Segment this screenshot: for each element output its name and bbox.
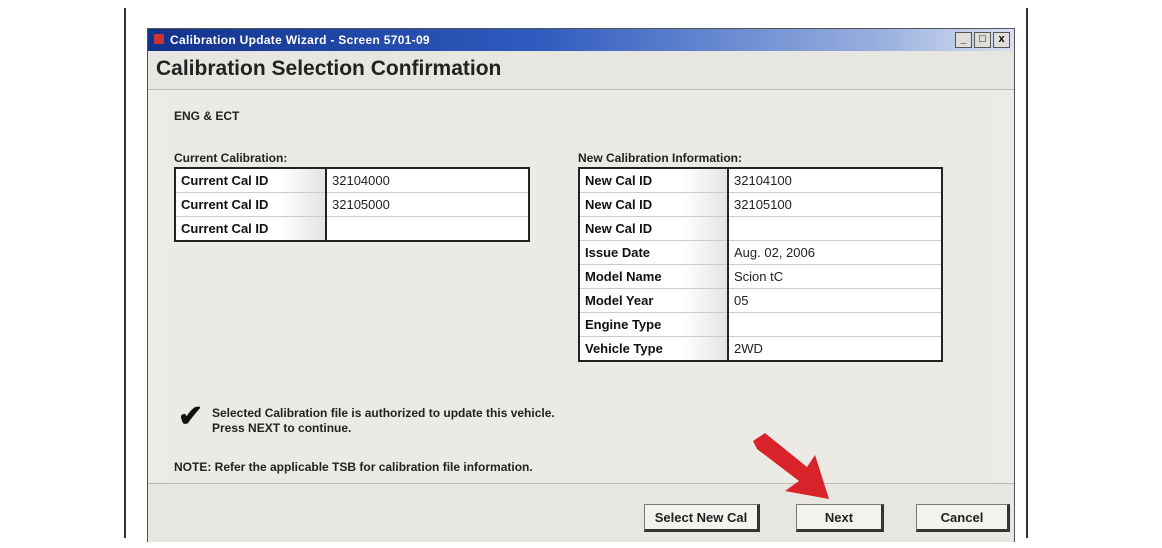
row-key: Vehicle Type <box>578 336 729 362</box>
table-row: New Cal ID 32105100 <box>578 192 943 217</box>
row-key: New Cal ID <box>578 167 729 193</box>
window-title: Calibration Update Wizard - Screen 5701-… <box>170 33 430 47</box>
row-value <box>325 216 530 242</box>
row-value: Aug. 02, 2006 <box>727 240 943 265</box>
row-key: Current Cal ID <box>174 192 327 217</box>
table-row: New Cal ID <box>578 216 943 241</box>
authorization-message: Selected Calibration file is authorized … <box>212 406 555 436</box>
row-value: 32104100 <box>727 167 943 193</box>
button-bar: Select New Cal Next Cancel <box>148 483 1014 542</box>
new-calibration-label: New Calibration Information: <box>578 151 743 165</box>
table-row: Vehicle Type 2WD <box>578 336 943 362</box>
table-row: Model Name Scion tC <box>578 264 943 289</box>
row-key: Model Year <box>578 288 729 313</box>
table-row: Current Cal ID 32104000 <box>174 167 530 193</box>
content-panel: ENG & ECT Current Calibration: Current C… <box>164 91 996 481</box>
page-header: Calibration Selection Confirmation <box>148 51 1014 90</box>
row-value: 32104000 <box>325 167 530 193</box>
page-title: Calibration Selection Confirmation <box>156 57 502 80</box>
row-key: Model Name <box>578 264 729 289</box>
row-key: Current Cal ID <box>174 167 327 193</box>
window-controls: _ □ x <box>955 32 1010 48</box>
row-key: New Cal ID <box>578 192 729 217</box>
checkmark-icon: ✔ <box>178 400 204 433</box>
row-value: 32105100 <box>727 192 943 217</box>
new-calibration-table: New Cal ID 32104100 New Cal ID 32105100 … <box>578 167 943 362</box>
current-calibration-table: Current Cal ID 32104000 Current Cal ID 3… <box>174 167 530 242</box>
row-key: Issue Date <box>578 240 729 265</box>
module-label: ENG & ECT <box>174 109 240 123</box>
table-row: Model Year 05 <box>578 288 943 313</box>
cancel-button[interactable]: Cancel <box>916 504 1010 532</box>
row-value: 05 <box>727 288 943 313</box>
minimize-button[interactable]: _ <box>955 32 972 48</box>
current-calibration-label: Current Calibration: <box>174 151 288 165</box>
row-key: New Cal ID <box>578 216 729 241</box>
wizard-window: Calibration Update Wizard - Screen 5701-… <box>147 28 1015 542</box>
table-row: Current Cal ID <box>174 216 530 242</box>
app-icon <box>154 34 164 44</box>
close-button[interactable]: x <box>993 32 1010 48</box>
row-value: Scion tC <box>727 264 943 289</box>
next-button[interactable]: Next <box>796 504 884 532</box>
row-key: Engine Type <box>578 312 729 337</box>
table-row: Issue Date Aug. 02, 2006 <box>578 240 943 265</box>
title-bar[interactable]: Calibration Update Wizard - Screen 5701-… <box>148 29 1014 51</box>
row-key: Current Cal ID <box>174 216 327 242</box>
row-value: 32105000 <box>325 192 530 217</box>
select-new-cal-button[interactable]: Select New Cal <box>644 504 760 532</box>
tsb-note: NOTE: Refer the applicable TSB for calib… <box>174 460 533 474</box>
authorization-line-1: Selected Calibration file is authorized … <box>212 406 555 420</box>
maximize-button[interactable]: □ <box>974 32 991 48</box>
red-pointer-arrow-icon <box>753 433 829 499</box>
authorization-line-2: Press NEXT to continue. <box>212 421 352 435</box>
table-row: Current Cal ID 32105000 <box>174 192 530 217</box>
row-value <box>727 216 943 241</box>
table-row: New Cal ID 32104100 <box>578 167 943 193</box>
row-value: 2WD <box>727 336 943 362</box>
table-row: Engine Type <box>578 312 943 337</box>
row-value <box>727 312 943 337</box>
